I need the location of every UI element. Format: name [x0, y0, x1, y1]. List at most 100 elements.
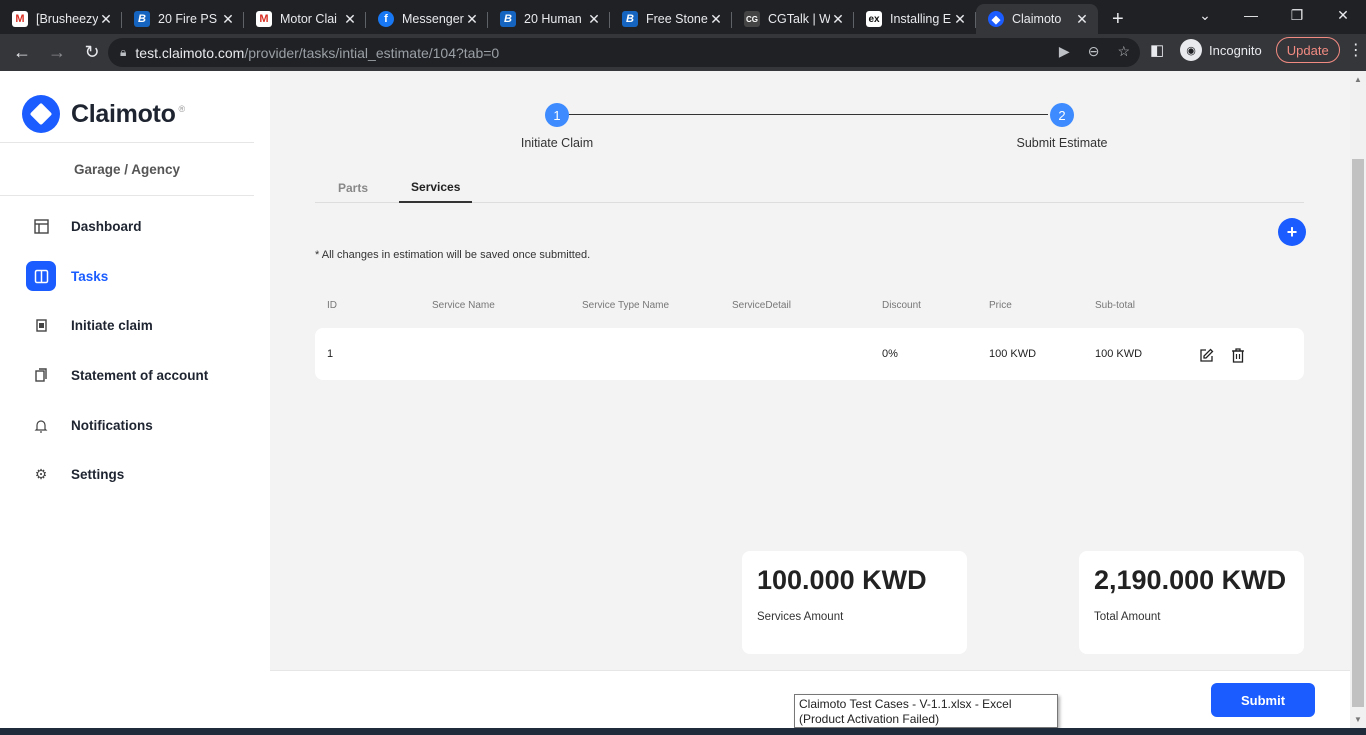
total-amount-value: 2,190.000 KWD — [1094, 565, 1287, 595]
tab-title: Motor Clai — [280, 12, 337, 26]
delete-icon[interactable] — [1231, 348, 1245, 367]
b-icon: B — [134, 11, 150, 27]
window-controls: ⌄ — ❐ ✕ — [1182, 0, 1366, 34]
close-tab-icon[interactable]: ✕ — [952, 11, 968, 28]
close-tab-icon[interactable]: ✕ — [708, 11, 724, 28]
browser-toolbar: ← → ↻ 🔒︎ test.claimoto.com/provider/task… — [0, 34, 1366, 71]
url-text: test.claimoto.com/provider/tasks/intial_… — [135, 44, 500, 61]
gmail-icon: M — [12, 11, 28, 27]
menu-icon[interactable]: ⋮ — [1348, 40, 1364, 60]
close-window-icon[interactable]: ✕ — [1320, 0, 1366, 30]
gear-icon: ⚙ — [34, 466, 48, 483]
sidebar-nav: Dashboard Tasks Initiate claim Statement… — [0, 202, 254, 500]
close-tab-icon[interactable]: ✕ — [830, 11, 846, 28]
back-icon[interactable]: ← — [6, 37, 38, 69]
column-header: ServiceDetail — [732, 300, 791, 311]
column-header: Sub-total — [1095, 300, 1136, 311]
cell-price: 100 KWD — [989, 348, 1037, 360]
services-amount-value: 100.000 KWD — [757, 565, 927, 595]
step-1-marker: 1 — [545, 103, 569, 127]
minimize-icon[interactable]: — — [1228, 0, 1274, 30]
close-tab-icon[interactable]: ✕ — [98, 11, 114, 28]
column-header: Price — [989, 300, 1012, 311]
close-tab-icon[interactable]: ✕ — [220, 11, 236, 28]
facebook-icon: f — [378, 11, 394, 27]
column-header: Service Name — [432, 300, 495, 311]
address-bar[interactable]: 🔒︎ test.claimoto.com/provider/tasks/inti… — [108, 38, 1140, 67]
cell-subtotal: 100 KWD — [1095, 348, 1143, 360]
browser-tab-strip: M [Brusheezy ✕ B 20 Fire PS ✕ M Motor Clai ✕ f… — [0, 0, 1366, 34]
close-tab-icon[interactable]: ✕ — [1074, 11, 1090, 28]
tab-title: Claimoto — [1012, 12, 1062, 26]
column-header: Discount — [882, 300, 921, 311]
close-tab-icon[interactable]: ✕ — [342, 11, 358, 28]
tab-parts[interactable]: Parts — [326, 172, 380, 203]
reload-icon[interactable]: ↻ — [76, 37, 108, 69]
step-2-marker: 2 — [1050, 103, 1074, 127]
step-1-label: Initiate Claim — [520, 136, 594, 150]
step-connector — [568, 114, 1048, 115]
browser-tab[interactable]: B Free Stone ✕ — [610, 4, 732, 34]
table-header: ID Service Name Service Type Name Servic… — [315, 300, 1304, 316]
scrollbar-thumb[interactable] — [1352, 159, 1364, 707]
step-2-label: Submit Estimate — [1016, 136, 1108, 150]
sidebar-section-title: Garage / Agency — [0, 142, 254, 196]
browser-tab[interactable]: ex Installing E ✕ — [854, 4, 976, 34]
tab-title: Messenger — [402, 12, 464, 26]
tab-search-icon[interactable]: ⌄ — [1182, 0, 1228, 30]
cell-id: 1 — [327, 348, 334, 360]
incognito-icon: ◉ — [1180, 39, 1202, 61]
sidebar-item-tasks[interactable]: Tasks — [0, 252, 254, 302]
dashboard-icon — [26, 212, 56, 242]
scrollbar[interactable]: ▲ ▼ — [1350, 71, 1366, 728]
browser-tab[interactable]: B 20 Fire PS ✕ — [122, 4, 244, 34]
column-header: Service Type Name — [582, 300, 670, 311]
services-amount-card: 100.000 KWD Services Amount — [742, 551, 967, 654]
close-tab-icon[interactable]: ✕ — [464, 11, 480, 28]
claim-icon — [26, 311, 56, 341]
scroll-up-icon[interactable]: ▲ — [1354, 75, 1362, 84]
total-amount-label: Total Amount — [1094, 611, 1161, 623]
tab-title: Installing E — [890, 12, 952, 26]
add-service-button[interactable]: + — [1278, 218, 1306, 246]
browser-tab[interactable]: M Motor Clai ✕ — [244, 4, 366, 34]
browser-tab[interactable]: CG CGTalk | W ✕ — [732, 4, 854, 34]
tab-title: 20 Human — [524, 12, 582, 26]
services-amount-label: Services Amount — [757, 611, 844, 623]
tab-services[interactable]: Services — [399, 172, 473, 203]
submit-button[interactable]: Submit — [1211, 683, 1315, 717]
browser-tab[interactable]: M [Brusheezy ✕ — [0, 4, 122, 34]
statement-icon — [26, 361, 56, 391]
forward-icon[interactable]: → — [41, 37, 73, 69]
save-note: * All changes in estimation will be save… — [315, 249, 591, 261]
os-taskbar — [0, 728, 1366, 735]
sidebar-item-dashboard[interactable]: Dashboard — [0, 202, 254, 252]
brand-logo[interactable]: Claimoto ® — [22, 95, 185, 133]
taskbar-tooltip: Claimoto Test Cases - V-1.1.xlsx - Excel… — [794, 694, 1058, 728]
incognito-indicator[interactable]: ◉ Incognito — [1180, 39, 1262, 61]
browser-tab-active[interactable]: ◆ Claimoto ✕ — [976, 4, 1098, 34]
zoom-icon[interactable]: ⊖ — [1088, 43, 1100, 60]
cgtalk-icon: CG — [744, 11, 760, 27]
b-icon: B — [622, 11, 638, 27]
tab-title: [Brusheezy — [36, 12, 98, 26]
close-tab-icon[interactable]: ✕ — [586, 11, 602, 28]
scroll-down-icon[interactable]: ▼ — [1354, 715, 1362, 724]
sidebar: Claimoto ® Garage / Agency Dashboard Tas… — [0, 71, 270, 728]
claimoto-logo-icon — [22, 95, 60, 133]
browser-tab[interactable]: B 20 Human ✕ — [488, 4, 610, 34]
sidebar-item-statement[interactable]: Statement of account — [0, 351, 254, 401]
sidebar-item-initiate-claim[interactable]: Initiate claim — [0, 301, 254, 351]
bookmark-star-icon[interactable]: ☆ — [1117, 43, 1130, 60]
sidebar-item-notifications[interactable]: Notifications — [0, 400, 254, 450]
sidebar-item-settings[interactable]: ⚙ Settings — [0, 450, 254, 500]
lock-icon: 🔒︎ — [120, 45, 127, 59]
side-panel-icon[interactable]: ◧ — [1150, 41, 1172, 59]
new-tab-icon[interactable]: + — [1112, 4, 1124, 34]
browser-tab[interactable]: f Messenger ✕ — [366, 4, 488, 34]
b-icon: B — [500, 11, 516, 27]
edit-icon[interactable] — [1199, 348, 1214, 367]
restore-icon[interactable]: ❐ — [1274, 0, 1320, 30]
update-button[interactable]: Update — [1275, 37, 1340, 63]
camera-icon[interactable]: ▶ — [1059, 43, 1070, 60]
